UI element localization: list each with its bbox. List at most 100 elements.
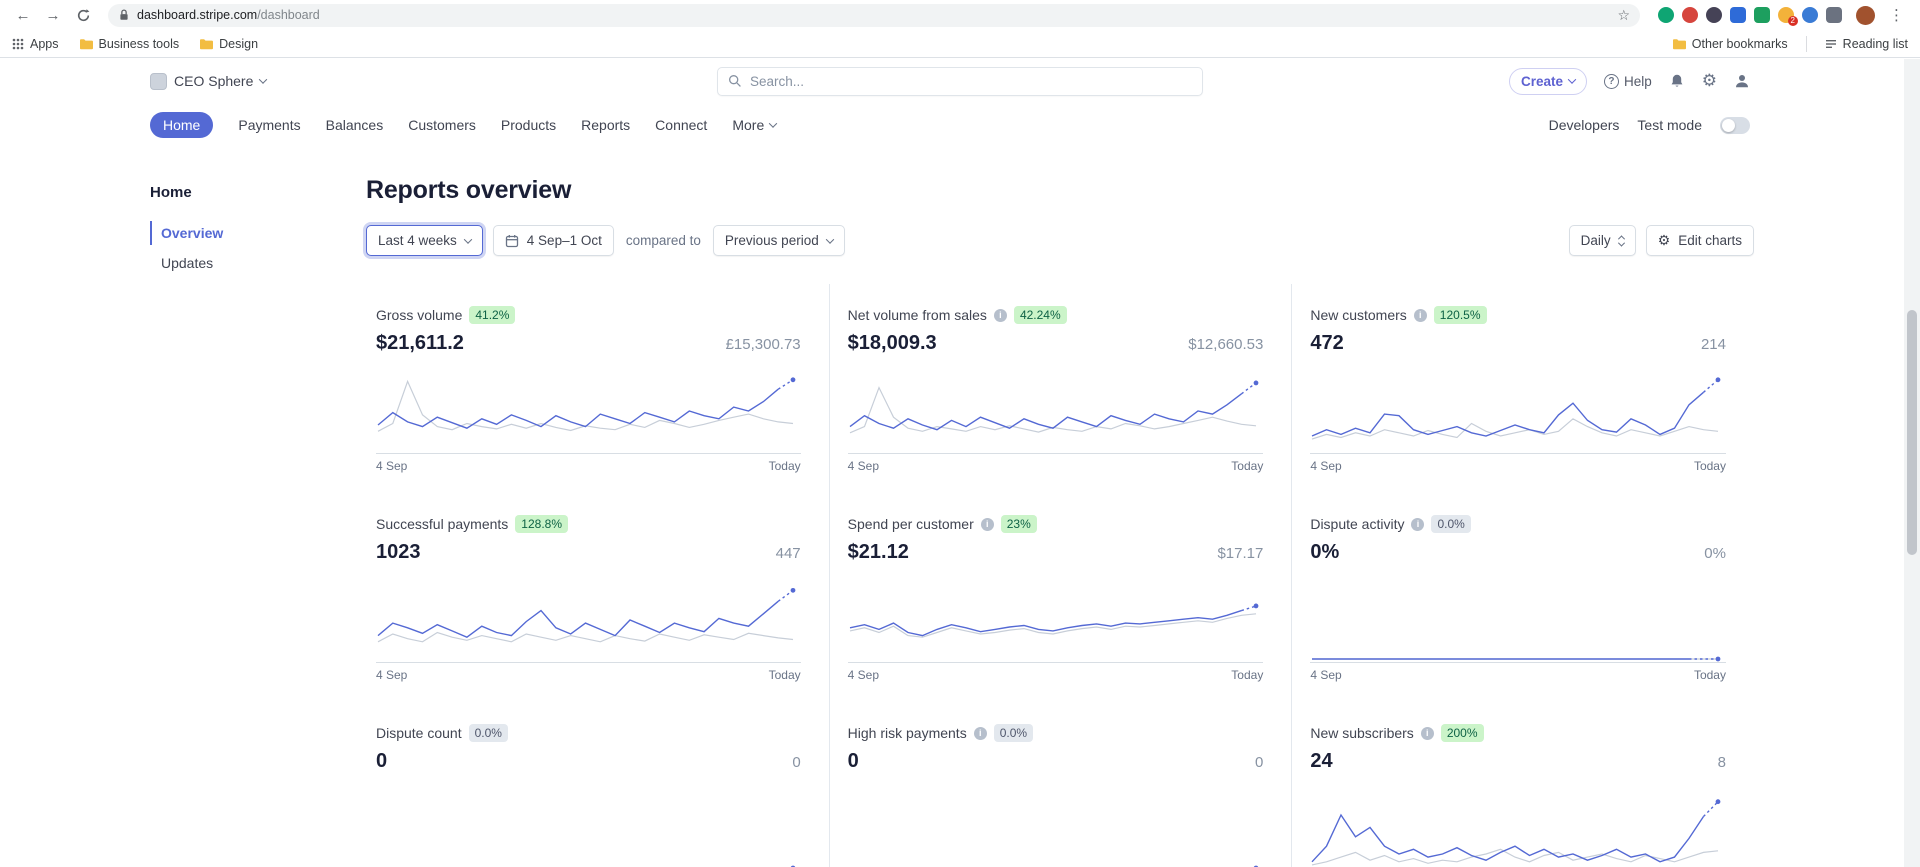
chevron-down-icon xyxy=(769,119,777,127)
info-icon: i xyxy=(1411,518,1424,531)
search-icon xyxy=(728,74,742,88)
search-input[interactable] xyxy=(750,74,1192,89)
metric-title: Gross volume xyxy=(376,307,462,323)
bookmark-star-icon[interactable]: ☆ xyxy=(1617,7,1630,24)
browser-toolbar: ← → dashboard.stripe.com/dashboard ☆ 2 ⋮ xyxy=(0,0,1920,30)
metric-card-spend-per-customer[interactable]: Spend per customeri23% $21.12$17.17 4 Se… xyxy=(829,493,1292,702)
scrollbar[interactable] xyxy=(1904,59,1920,867)
reading-list[interactable]: Reading list xyxy=(1825,37,1908,51)
search-bar[interactable] xyxy=(717,67,1203,96)
edit-charts-button[interactable]: ⚙ Edit charts xyxy=(1646,225,1754,256)
extension-icon[interactable] xyxy=(1682,7,1698,23)
settings-gear-icon[interactable]: ⚙ xyxy=(1702,71,1717,91)
content: Home Overview Updates Reports overview L… xyxy=(0,146,1920,867)
bookmark-folder-design[interactable]: Design xyxy=(199,37,258,51)
nav-item-payments[interactable]: Payments xyxy=(238,117,300,133)
metric-value: 0% xyxy=(1310,541,1339,564)
bookmark-apps[interactable]: Apps xyxy=(12,37,59,51)
extension-icon[interactable]: 2 xyxy=(1778,7,1794,23)
help-button[interactable]: ? Help xyxy=(1604,74,1652,89)
nav-item-reports[interactable]: Reports xyxy=(581,117,630,133)
metric-change-badge: 23% xyxy=(1001,515,1037,533)
metric-card-new-customers[interactable]: New customersi120.5% 472214 4 SepToday xyxy=(1291,284,1754,493)
metric-compare-value: $17.17 xyxy=(1217,545,1263,562)
metric-title: New subscribers xyxy=(1310,725,1413,741)
metric-card-dispute-activity[interactable]: Dispute activityi0.0% 0%0% 4 SepToday xyxy=(1291,493,1754,702)
nav-item-connect[interactable]: Connect xyxy=(655,117,707,133)
extensions-puzzle-icon[interactable] xyxy=(1826,7,1842,23)
metric-title: Dispute activity xyxy=(1310,516,1404,532)
profile-icon[interactable] xyxy=(1734,73,1750,89)
account-switcher[interactable]: CEO Sphere xyxy=(150,73,266,90)
axis-end-label: Today xyxy=(1231,668,1263,682)
sparkline-chart xyxy=(376,576,801,662)
sparkline-chart xyxy=(1310,785,1726,867)
extension-icon[interactable] xyxy=(1706,7,1722,23)
reload-icon[interactable] xyxy=(70,2,96,28)
metric-change-badge: 200% xyxy=(1441,724,1484,742)
metric-compare-value: 0 xyxy=(1255,754,1263,771)
interval-select[interactable]: Daily xyxy=(1569,225,1636,256)
metric-change-badge: 120.5% xyxy=(1434,306,1487,324)
metric-card-dispute-count[interactable]: Dispute counti0.0% 00 4 SepToday xyxy=(366,702,829,867)
address-bar[interactable]: dashboard.stripe.com/dashboard ☆ xyxy=(108,4,1640,27)
axis-end-label: Today xyxy=(769,668,801,682)
sparkline-chart xyxy=(848,785,1264,867)
compare-period-dropdown[interactable]: Previous period xyxy=(713,225,845,256)
extension-icon[interactable] xyxy=(1658,7,1674,23)
axis-end-label: Today xyxy=(769,459,801,473)
extension-icon[interactable] xyxy=(1754,7,1770,23)
extension-icon[interactable] xyxy=(1730,7,1746,23)
bookmark-folder-business-tools[interactable]: Business tools xyxy=(79,37,180,51)
bookmarks-separator xyxy=(1806,36,1807,52)
metric-value: $21,611.2 xyxy=(376,332,464,355)
sparkline-chart xyxy=(376,367,801,453)
sparkline-chart xyxy=(1310,576,1726,662)
axis-start-label: 4 Sep xyxy=(376,668,407,682)
metric-compare-value: 0% xyxy=(1704,545,1726,562)
browser-profile-avatar[interactable] xyxy=(1856,6,1875,25)
compared-to-label: compared to xyxy=(626,233,701,248)
metric-compare-value: £15,300.73 xyxy=(726,336,801,353)
nav-item-balances[interactable]: Balances xyxy=(326,117,384,133)
bookmark-label: Design xyxy=(219,37,258,51)
extension-icon[interactable] xyxy=(1802,7,1818,23)
metric-title: Spend per customer xyxy=(848,516,974,532)
metric-value: 0 xyxy=(848,750,859,773)
question-icon: ? xyxy=(1604,74,1619,89)
nav-item-customers[interactable]: Customers xyxy=(408,117,476,133)
nav-item-home[interactable]: Home xyxy=(150,112,213,138)
url-domain: dashboard.stripe.com xyxy=(137,8,257,22)
forward-icon[interactable]: → xyxy=(40,2,66,28)
nav-item-more[interactable]: More xyxy=(732,117,776,133)
metric-card-successful-payments[interactable]: Successful paymentsi128.8% 1023447 4 Sep… xyxy=(366,493,829,702)
browser-menu-icon[interactable]: ⋮ xyxy=(1883,6,1910,24)
metric-card-net-volume[interactable]: Net volume from salesi42.24% $18,009.3$1… xyxy=(829,284,1292,493)
test-mode-toggle[interactable] xyxy=(1720,117,1750,134)
back-icon[interactable]: ← xyxy=(10,2,36,28)
axis-start-label: 4 Sep xyxy=(848,459,879,473)
notifications-bell-icon[interactable] xyxy=(1669,73,1685,89)
chevron-down-icon xyxy=(259,75,267,83)
chevron-down-icon xyxy=(825,235,833,243)
developers-link[interactable]: Developers xyxy=(1549,117,1620,133)
metric-compare-value: 447 xyxy=(776,545,801,562)
metric-card-high-risk-payments[interactable]: High risk paymentsi0.0% 00 4 SepToday xyxy=(829,702,1292,867)
metric-card-gross-volume[interactable]: Gross volumei41.2% $21,611.2£15,300.73 4… xyxy=(366,284,829,493)
nav-item-products[interactable]: Products xyxy=(501,117,556,133)
metric-card-new-subscribers[interactable]: New subscribersi200% 248 4 SepToday xyxy=(1291,702,1754,867)
date-range-button[interactable]: 4 Sep–1 Oct xyxy=(493,225,614,256)
metric-value: $18,009.3 xyxy=(848,332,937,355)
create-button[interactable]: Create xyxy=(1509,68,1587,95)
sidebar-item-updates[interactable]: Updates xyxy=(150,251,366,275)
date-range-preset-dropdown[interactable]: Last 4 weeks xyxy=(366,225,483,256)
metric-value: 472 xyxy=(1310,332,1343,355)
metric-compare-value: 214 xyxy=(1701,336,1726,353)
bookmark-label: Apps xyxy=(30,37,59,51)
chevron-down-icon xyxy=(1568,75,1576,83)
create-label: Create xyxy=(1521,74,1563,89)
info-icon: i xyxy=(994,309,1007,322)
other-bookmarks[interactable]: Other bookmarks xyxy=(1672,37,1788,51)
scrollbar-thumb[interactable] xyxy=(1907,310,1917,555)
sidebar-item-overview[interactable]: Overview xyxy=(150,221,366,245)
